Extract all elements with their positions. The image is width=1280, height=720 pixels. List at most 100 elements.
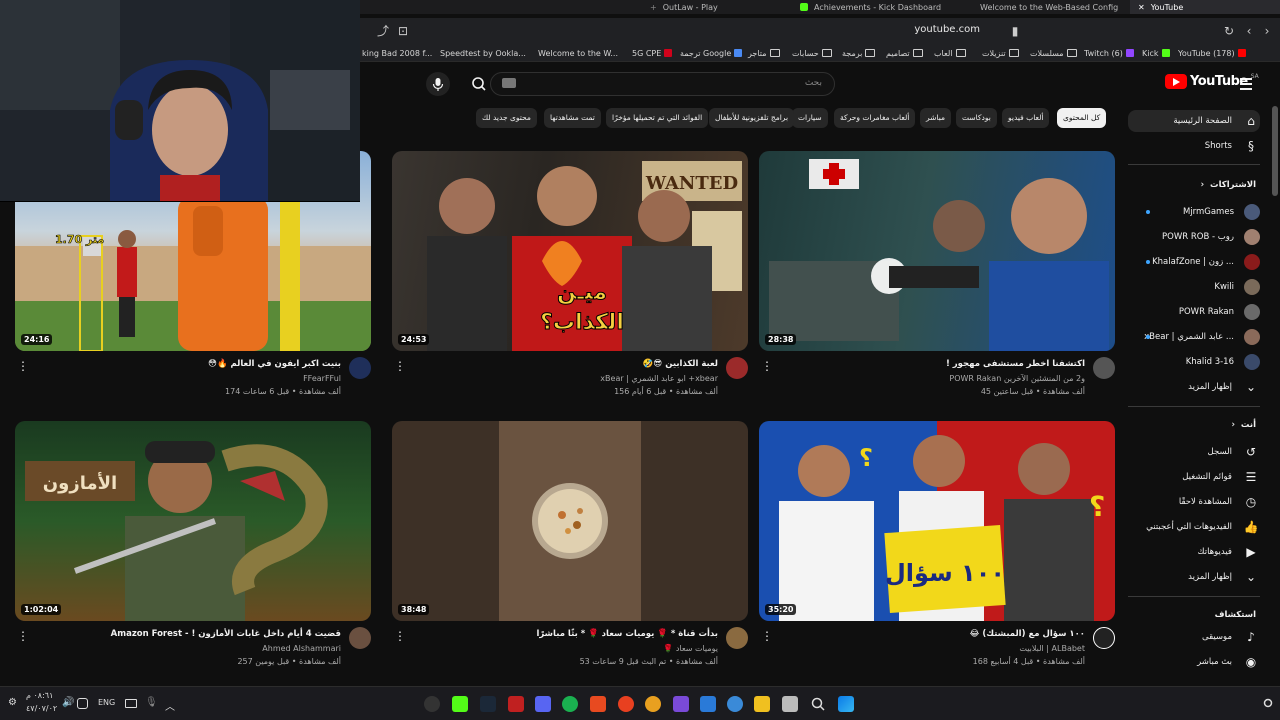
close-icon[interactable]: ✕ xyxy=(1138,1,1145,14)
bookmark-folder[interactable]: متاجر xyxy=(748,47,780,59)
bookmark-folder[interactable]: تنزيلات xyxy=(982,47,1019,59)
keyboard-icon[interactable] xyxy=(502,78,516,88)
more-options-icon[interactable]: ⋮ xyxy=(394,359,406,373)
channel-avatar[interactable] xyxy=(726,627,748,649)
notification-icon[interactable]: ⚙ xyxy=(8,697,20,709)
channel-avatar[interactable] xyxy=(1093,627,1115,649)
chrome-icon[interactable] xyxy=(645,696,661,712)
bookmark-twitch[interactable]: Twitch (6) xyxy=(1084,47,1134,59)
folder-icon[interactable] xyxy=(754,696,770,712)
edge-icon[interactable] xyxy=(727,696,743,712)
subscription-item[interactable]: KhalafZone | زون ... xyxy=(1128,251,1260,273)
clock-date[interactable]: ٤٧/٠٧/٠٢ xyxy=(26,704,57,713)
bookmark-folder[interactable]: العاب xyxy=(934,47,966,59)
sidebar-item-your-videos[interactable]: فيديوهاتك ▶ xyxy=(1128,541,1260,563)
video-card[interactable]: 38:48 بدأت قناة * 🌹 يوميات سعاد 🌹 * بثًا… xyxy=(392,421,748,687)
chip-new-to-you[interactable]: محتوى جديد لك xyxy=(476,108,537,128)
channel-avatar[interactable] xyxy=(349,357,371,379)
channel-avatar[interactable] xyxy=(1093,357,1115,379)
browser-tab-2[interactable]: Achievements - Kick Dashboard xyxy=(800,0,941,14)
you-heading[interactable]: › أنت xyxy=(1128,420,1256,430)
chip-video-games[interactable]: ألعاب فيديو xyxy=(1002,108,1050,128)
input-language[interactable]: ENG xyxy=(98,698,115,707)
video-channel[interactable]: FFearFFul xyxy=(303,374,341,383)
microphone-icon[interactable] xyxy=(426,72,450,96)
scrollbar[interactable] xyxy=(1272,106,1278,196)
url-field[interactable]: youtube.com xyxy=(860,24,980,35)
video-thumbnail[interactable]: ١٠٠ سؤال ؟ ؟ 35:20 xyxy=(759,421,1115,621)
subscription-item[interactable]: Khalid 3-16 xyxy=(1128,351,1260,373)
youtube-logo[interactable]: YouTube SA xyxy=(1165,73,1259,89)
video-channel[interactable]: POWR Rakan و2 من المنشئين الآخرين xyxy=(949,374,1085,383)
discord-icon[interactable] xyxy=(535,696,551,712)
chip-recently-uploaded[interactable]: الفوائد التي تم تحميلها مؤخرًا xyxy=(606,108,709,128)
video-title[interactable]: قضيت 4 أيام داخل غابات الأمازون ! - Amaz… xyxy=(111,629,341,639)
file-explorer-icon[interactable] xyxy=(782,696,798,712)
steam-icon[interactable] xyxy=(480,696,496,712)
browser-tab-3[interactable]: Welcome to the Web-Based Config xyxy=(980,0,1118,14)
microphone-icon[interactable]: 🎙 xyxy=(145,697,158,709)
video-title[interactable]: بنيت اكبر ايفون في العالم 🔥😳 xyxy=(208,359,341,369)
bookmark-5g-cpe[interactable]: 5G CPE xyxy=(632,47,673,59)
video-title[interactable]: اكتشفنا اخطر مستشفى مهجور ! xyxy=(946,359,1085,369)
sidebar-item-music[interactable]: موسيقى ♪ xyxy=(1128,626,1260,648)
sidebar-item-watch-later[interactable]: المشاهدة لاحقًا ◷ xyxy=(1128,491,1260,513)
chip-live[interactable]: مباشر xyxy=(920,108,951,128)
obs-icon[interactable] xyxy=(424,696,440,712)
subscription-item[interactable]: POWR Rakan xyxy=(1128,301,1260,323)
bookmark-youtube[interactable]: YouTube (178) xyxy=(1178,47,1246,59)
video-title[interactable]: لعبة الكذابين 😎🤣 xyxy=(643,359,718,369)
bookmark-icon[interactable]: ▮ xyxy=(1006,22,1024,40)
sidebar-item-home[interactable]: الصفحة الرئيسية ⌂ xyxy=(1128,110,1260,132)
video-channel[interactable]: 🌹 يوميات سعاد xyxy=(663,644,718,653)
bookmark-translate[interactable]: ترجمة Google xyxy=(680,47,743,59)
chip-action-adventure[interactable]: ألعاب مغامرات وحركة xyxy=(834,108,916,128)
video-card[interactable]: 28:38 اكتشفنا اخطر مستشفى مهجور ! POWR R… xyxy=(759,151,1115,417)
chip-podcasts[interactable]: بودكاست xyxy=(956,108,997,128)
app-icon[interactable] xyxy=(700,696,716,712)
video-channel[interactable]: Ahmed Alshammari xyxy=(262,644,341,653)
video-channel[interactable]: xBear | ابو عابد الشمري +xbear xyxy=(600,374,718,383)
video-thumbnail[interactable]: الأمازون 1:02:04 xyxy=(15,421,371,621)
bookmark-welcome[interactable]: Welcome to the W... xyxy=(538,47,618,59)
show-more-you[interactable]: إظهار المزيد ⌄ xyxy=(1128,566,1260,588)
more-options-icon[interactable]: ⋮ xyxy=(17,629,29,643)
more-options-icon[interactable]: ⋮ xyxy=(761,629,773,643)
subscriptions-heading[interactable]: › الاشتراكات xyxy=(1128,180,1256,190)
video-card[interactable]: الأمازون 1:02:04 قضيت 4 أيام داخل غابات … xyxy=(15,421,371,687)
video-channel[interactable]: البلابيت | ALBabet xyxy=(1019,644,1085,653)
brave-icon[interactable] xyxy=(590,696,606,712)
bookmark-folder[interactable]: حسابات xyxy=(792,47,832,59)
sidebar-item-live[interactable]: بث مباشر ◉ xyxy=(1128,651,1260,673)
back-icon[interactable]: ‹ xyxy=(1240,22,1258,40)
forward-icon[interactable]: › xyxy=(1258,22,1276,40)
sidebar-item-liked-videos[interactable]: الفيديوهات التي أعجبتني 👍 xyxy=(1128,516,1260,538)
bookmark-breaking-bad[interactable]: king Bad 2008 f... xyxy=(362,47,432,59)
bookmark-kick[interactable]: Kick xyxy=(1142,47,1170,59)
video-title[interactable]: ١٠٠ سؤال مع (المبشتك) 😂 xyxy=(970,629,1085,639)
video-title[interactable]: بدأت قناة * 🌹 يوميات سعاد 🌹 * بثًا مباشر… xyxy=(536,629,718,639)
more-options-icon[interactable]: ⋮ xyxy=(394,629,406,643)
channel-avatar[interactable] xyxy=(349,627,371,649)
search-input[interactable]: بحث xyxy=(490,72,835,96)
bookmark-folder[interactable]: برمجة xyxy=(842,47,876,59)
monitor-icon[interactable] xyxy=(77,698,88,709)
sidebar-item-playlists[interactable]: قوائم التشغيل ☰ xyxy=(1128,466,1260,488)
share-icon[interactable]: ⤴ xyxy=(374,22,392,40)
app-icon[interactable] xyxy=(673,696,689,712)
chevron-up-icon[interactable]: ︿ xyxy=(165,698,177,713)
clock-time[interactable]: ٠٨:٦١ م xyxy=(26,691,53,700)
chip-cars[interactable]: سيارات xyxy=(792,108,828,128)
browser-tab-youtube[interactable]: ✕ YouTube xyxy=(1130,0,1280,14)
video-thumbnail[interactable]: WANTED ميـن الكذاب؟ 24:53 xyxy=(392,151,748,351)
bookmark-folder[interactable]: تصاميم xyxy=(886,47,923,59)
kick-icon[interactable] xyxy=(452,696,468,712)
sidebar-item-shorts[interactable]: Shorts § xyxy=(1128,135,1260,157)
windows-start-icon[interactable] xyxy=(838,696,854,712)
browser-tab-1[interactable]: + OutLaw - Play xyxy=(650,0,718,14)
video-card[interactable]: WANTED ميـن الكذاب؟ 24:53 لعبة الكذابين … xyxy=(392,151,748,417)
speaker-icon[interactable]: 🔊 xyxy=(62,697,74,709)
video-card[interactable]: ١٠٠ سؤال ؟ ؟ 35:20 ١٠٠ سؤال مع (المبشتك)… xyxy=(759,421,1115,687)
reload-icon[interactable]: ↻ xyxy=(1220,22,1238,40)
more-options-icon[interactable]: ⋮ xyxy=(761,359,773,373)
